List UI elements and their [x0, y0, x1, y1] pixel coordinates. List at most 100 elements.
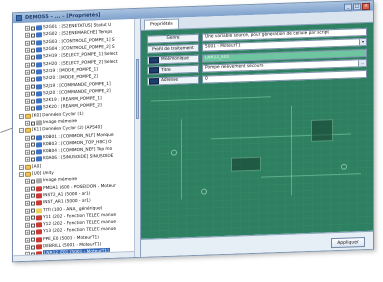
expand-toggle-icon[interactable]: + — [25, 222, 30, 229]
expand-toggle-icon[interactable]: + — [25, 33, 30, 39]
item-checkbox[interactable] — [31, 223, 35, 228]
property-value-text: 0 — [205, 75, 208, 82]
minimize-icon[interactable]: _ — [344, 2, 352, 11]
item-checkbox[interactable] — [31, 91, 35, 96]
item-checkbox[interactable] — [31, 150, 35, 155]
properties-panel: Propriétés Genre Une variable source, pou… — [141, 10, 373, 257]
item-checkbox[interactable] — [31, 179, 35, 184]
expand-toggle-icon[interactable]: + — [25, 55, 30, 61]
browse-button[interactable]: ... — [358, 59, 366, 67]
item-checkbox[interactable] — [31, 84, 35, 89]
variable-icon — [36, 207, 42, 214]
property-label-button[interactable]: Profil de traitement — [147, 43, 199, 54]
properties-content: Genre Une variable source, pour génératio… — [141, 22, 373, 239]
item-checkbox[interactable] — [31, 62, 35, 67]
variable-icon — [36, 76, 42, 82]
item-checkbox[interactable] — [31, 230, 35, 235]
expand-toggle-icon[interactable]: + — [25, 91, 30, 97]
item-checkbox[interactable] — [31, 157, 35, 162]
expand-toggle-icon[interactable]: + — [25, 237, 30, 243]
folder-icon — [25, 127, 31, 134]
property-label-text: Profil de traitement — [152, 45, 194, 52]
item-checkbox[interactable] — [31, 40, 35, 45]
property-label-button[interactable]: Titre — [147, 64, 199, 75]
item-checkbox[interactable] — [31, 237, 35, 242]
variable-icon — [36, 91, 42, 97]
memory-icon — [36, 120, 42, 126]
expand-toggle-icon[interactable]: + — [25, 106, 30, 112]
chevron-down-icon[interactable]: ▾ — [359, 38, 366, 46]
field-icon — [149, 67, 159, 74]
expand-toggle-icon[interactable]: + — [25, 40, 30, 46]
item-checkbox[interactable] — [31, 201, 35, 206]
variable-icon — [36, 185, 42, 192]
expand-toggle-icon[interactable]: + — [25, 135, 30, 141]
folder-icon — [25, 113, 31, 119]
expand-toggle-icon[interactable]: + — [25, 230, 30, 236]
variable-icon — [36, 25, 42, 31]
item-checkbox[interactable] — [31, 135, 35, 140]
expand-toggle-icon[interactable]: + — [25, 186, 30, 192]
variable-icon — [36, 142, 42, 148]
property-label-button[interactable]: Genre — [147, 33, 199, 44]
item-checkbox[interactable] — [31, 55, 35, 60]
item-checkbox[interactable] — [31, 69, 35, 75]
expand-toggle-icon[interactable]: + — [25, 193, 30, 199]
tree-vertical-scrollbar[interactable] — [134, 18, 140, 258]
close-icon[interactable]: × — [362, 2, 370, 10]
variable-icon — [36, 134, 42, 141]
expand-toggle-icon[interactable]: + — [25, 84, 30, 90]
expand-toggle-icon[interactable]: + — [25, 120, 30, 126]
expand-toggle-icon[interactable]: + — [25, 47, 30, 53]
expand-toggle-icon[interactable]: + — [25, 200, 30, 207]
item-checkbox[interactable] — [31, 193, 35, 199]
maximize-icon[interactable]: □ — [353, 2, 361, 10]
item-checkbox[interactable] — [31, 77, 35, 82]
expand-toggle-icon[interactable]: + — [25, 142, 30, 148]
expand-toggle-icon[interactable]: + — [25, 98, 30, 104]
field-icon — [149, 77, 159, 85]
property-label-button[interactable]: Adresse — [147, 75, 199, 86]
expand-toggle-icon[interactable]: + — [25, 157, 30, 163]
item-checkbox[interactable] — [31, 186, 35, 191]
item-checkbox[interactable] — [31, 215, 35, 221]
variable-icon — [36, 32, 42, 38]
item-checkbox[interactable] — [31, 121, 35, 126]
expand-toggle-icon[interactable]: + — [25, 179, 30, 185]
tab-properties[interactable]: Propriétés — [144, 18, 179, 30]
item-checkbox[interactable] — [31, 142, 35, 148]
expand-toggle-icon[interactable]: + — [25, 76, 30, 83]
scroll-thumb[interactable] — [136, 58, 139, 119]
variable-icon — [36, 69, 42, 75]
variable-icon — [36, 61, 42, 68]
property-label-text: Genre — [166, 35, 180, 41]
property-value-text: 5001 - MoteurT1 — [205, 43, 241, 50]
expand-toggle-icon[interactable]: − — [19, 164, 24, 170]
expand-toggle-icon[interactable]: + — [25, 244, 30, 250]
variable-icon — [36, 222, 42, 228]
variable-icon — [36, 193, 42, 199]
property-label-button[interactable]: Mnémonique — [147, 54, 199, 65]
expand-toggle-icon[interactable]: − — [19, 171, 24, 178]
property-value-text: Pompe relèvement secours — [205, 63, 264, 71]
expand-toggle-icon[interactable]: + — [25, 149, 30, 156]
item-checkbox[interactable] — [31, 208, 35, 213]
expand-toggle-icon[interactable]: + — [25, 69, 30, 75]
variable-icon — [36, 47, 42, 53]
expand-toggle-icon[interactable]: − — [19, 128, 24, 134]
folder-icon — [25, 171, 31, 177]
expand-toggle-icon[interactable]: + — [25, 62, 30, 68]
apply-button[interactable]: Appliquer — [331, 236, 365, 249]
expand-toggle-icon[interactable]: + — [25, 215, 30, 221]
expand-toggle-icon[interactable]: + — [25, 25, 30, 32]
expand-toggle-icon[interactable]: − — [19, 113, 24, 119]
property-form: Genre Une variable source, pour génératio… — [147, 27, 367, 87]
item-checkbox[interactable] — [31, 106, 35, 111]
item-checkbox[interactable] — [31, 245, 35, 250]
item-checkbox[interactable] — [31, 26, 35, 31]
item-checkbox[interactable] — [31, 99, 35, 104]
expand-toggle-icon[interactable]: + — [25, 208, 30, 214]
tree-view[interactable]: + S2G01 : [S2ENETATUS] Statut U + S2G02 : [… — [13, 18, 141, 262]
item-checkbox[interactable] — [31, 33, 35, 38]
item-checkbox[interactable] — [31, 48, 35, 53]
